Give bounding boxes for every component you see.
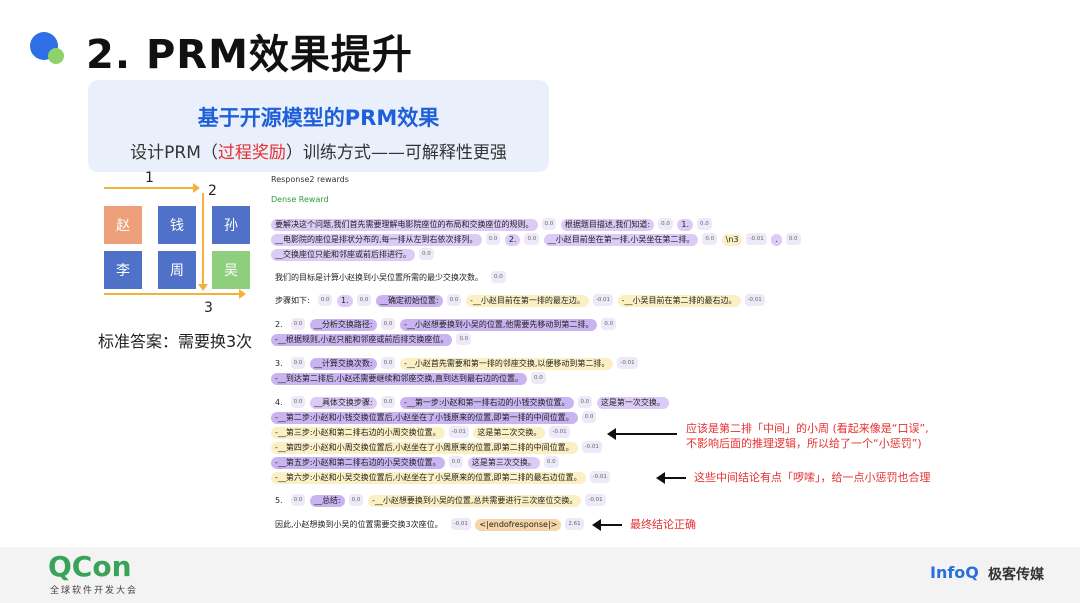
- annotation-2: 这些中间结论有点「啰嗦」，给一点小惩罚也合理: [694, 471, 931, 484]
- seat-qian: 钱: [158, 206, 196, 244]
- infoq-logo: InfoQ: [930, 563, 979, 582]
- seat-zhou: 周: [158, 251, 196, 289]
- seat-wu: 吴: [212, 251, 250, 289]
- infoq-cn-label: 极客传媒: [988, 567, 1044, 583]
- token-line: -__第五步:小赵和第二排右边的小吴交换位置。 0.0 这是第三次交换。 0.0: [271, 456, 561, 469]
- header-sub-before: 设计PRM（: [130, 143, 218, 163]
- token-line: __电影院的座位是排状分布的,每一排从左到右依次排列。 0.0 2. 0.0 __小…: [271, 233, 803, 246]
- path-number-1: 1: [145, 170, 154, 186]
- rewards-label: Response2 rewards: [271, 175, 349, 184]
- annotation-1: 应该是第二排「中间」的小周 (看起来像是“口误”, 不影响后面的推理逻辑，所以给…: [686, 422, 929, 450]
- path-arrow-right-icon: [104, 183, 200, 193]
- token-line: 4. 0.0 __具体交换步骤: 0.0 -__第一步:小赵和第一排右边的小钱交换位…: [271, 396, 671, 409]
- token-line: 2. 0.0 __分析交换路径: 0.0 -__小赵想要换到小吴的位置,他需要先移动…: [271, 318, 618, 331]
- token-line: -__第四步:小赵和小周交换位置后,小赵坐在了小周原来的位置,即第二排的中间位置…: [271, 441, 604, 454]
- dense-reward-label: Dense Reward: [271, 195, 329, 204]
- path-number-2: 2: [208, 183, 217, 199]
- token-line: -__根据规则,小赵只能和邻座或前后排交换座位。 0.0: [271, 333, 473, 346]
- annotation-3: 最终结论正确: [630, 518, 696, 531]
- path-number-3: 3: [204, 300, 213, 316]
- annotation-arrow-icon: [592, 519, 622, 531]
- header-card: 基于开源模型的PRM效果 设计PRM（过程奖励）训练方式——可解释性更强: [88, 80, 549, 172]
- footer-bar: [0, 547, 1080, 603]
- path-arrow-bottom-icon: [104, 289, 246, 299]
- annotation-arrow-icon: [607, 428, 677, 440]
- token-line: -__第六步:小赵和小吴交换位置后,小赵坐在了小吴原来的位置,即第二排的最右边位…: [271, 471, 612, 484]
- header-sub: 设计PRM（过程奖励）训练方式——可解释性更强: [88, 138, 549, 163]
- token-line: 5. 0.0 __总结: 0.0 -__小赵想要换到小吴的位置,总共需要进行三次座位…: [271, 494, 608, 507]
- header-main: 基于开源模型的PRM效果: [197, 106, 440, 130]
- token-line: 步骤如下: 0.0 1. 0.0 __确定初始位置: 0.0 -__小赵目前在第一排的…: [271, 294, 767, 307]
- standard-answer: 标准答案：需要换3次: [98, 332, 253, 351]
- token-line: 我们的目标是计算小赵换到小吴位置所需的最少交换次数。 0.0: [271, 271, 508, 283]
- token-line: 要解决这个问题,我们首先需要理解电影院座位的布局和交换座位的规则。 0.0 根据题…: [271, 218, 714, 231]
- slide-title: 2. PRM效果提升: [86, 32, 413, 78]
- path-arrow-down-icon: [198, 193, 208, 291]
- token-line: 因此,小赵想换到小吴的位置需要交换3次座位。 -0.01 <|endofrespo…: [271, 518, 586, 531]
- title-bullet-accent-icon: [48, 48, 64, 64]
- seat-li: 李: [104, 251, 142, 289]
- seat-sun: 孙: [212, 206, 250, 244]
- qcon-subtitle: 全球软件开发大会: [50, 586, 139, 596]
- seat-zhao: 赵: [104, 206, 142, 244]
- token-line: __交换座位只能和邻座或前后排进行。 0.0: [271, 248, 436, 261]
- header-sub-after: ）训练方式——可解释性更强: [285, 143, 507, 163]
- header-sub-highlight: 过程奖励: [217, 143, 286, 163]
- qcon-logo: QCon: [48, 550, 132, 583]
- token-line: -__第二步:小赵和小钱交换位置后,小赵坐在了小钱原来的位置,即第一排的中间位置…: [271, 411, 598, 424]
- token-line: -__第三步:小赵和第二排右边的小周交换位置。 -0.01 这是第二次交换。 -0.…: [271, 426, 572, 439]
- annotation-arrow-icon: [656, 472, 686, 484]
- token-line: -__到达第二排后,小赵还需要继续和邻座交换,直到达到最右边的位置。 0.0: [271, 372, 548, 385]
- token-line: 3. 0.0 __计算交换次数: 0.0 -__小赵首先需要和第一排的邻座交换,以便…: [271, 357, 640, 370]
